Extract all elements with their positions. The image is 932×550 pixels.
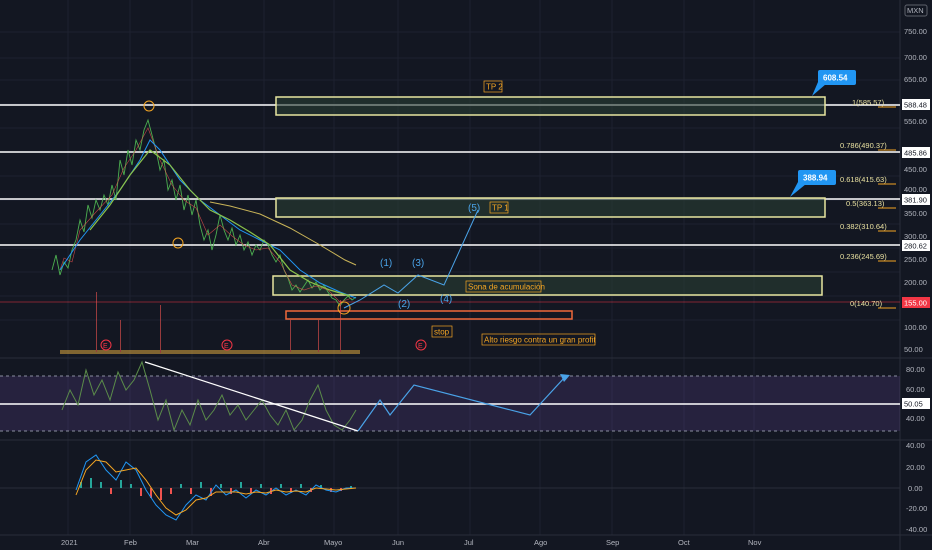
fib-level-0382: 0.382(310.64) [840, 222, 887, 231]
price-tick: 50.00 [904, 345, 923, 354]
risk-label: Alto riesgo contra un gran profit [484, 336, 596, 345]
tp1-label-box: TP 1 [489, 201, 509, 214]
fib-level-1: 1(585.57) [852, 98, 885, 107]
tp1-price: 388.94 [803, 174, 828, 183]
osc-tick: 80.00 [906, 365, 925, 374]
price-tick: 650.00 [904, 75, 927, 84]
macd-tick: 0.00 [908, 484, 923, 493]
earnings-marker: E [103, 343, 108, 350]
time-tick: 2021 [61, 538, 78, 547]
currency-label: MXN [907, 6, 924, 15]
wave-5: (5) [468, 203, 480, 214]
tp2-label: TP 2 [486, 83, 503, 92]
time-tick: Oct [678, 538, 691, 547]
time-tick: Mar [186, 538, 199, 547]
time-tick: Ago [534, 538, 547, 547]
tp1-label: TP 1 [492, 204, 509, 213]
tp1-price-callout[interactable]: 388.94 [790, 170, 836, 197]
accumulation-box[interactable] [272, 275, 823, 296]
fib-level-0: 0(140.70) [850, 299, 883, 308]
earnings-marker: E [418, 343, 423, 350]
price-tick: 750.00 [904, 27, 927, 36]
marker-485: 485.86 [904, 149, 927, 158]
macd-tick: -20.00 [906, 504, 927, 513]
macd-axis[interactable]: 40.00 20.00 0.00 -20.00 -40.00 [906, 441, 927, 534]
time-tick: Sep [606, 538, 619, 547]
tp1-box[interactable] [275, 197, 826, 218]
price-tick: 450.00 [904, 165, 927, 174]
time-tick: Jul [464, 538, 474, 547]
time-tick: Nov [748, 538, 762, 547]
fib-level-0236: 0.236(245.69) [840, 252, 887, 261]
fib-level-05: 0.5(363.13) [846, 199, 885, 208]
stop-label-box: stop [431, 325, 453, 338]
time-tick: Abr [258, 538, 270, 547]
osc-marker: 50.05 [904, 400, 923, 409]
fib-level-0786: 0.786(490.37) [840, 141, 887, 150]
price-tick: 250.00 [904, 255, 927, 264]
marker-155: 155.00 [904, 299, 927, 308]
tp2-price-callout[interactable]: 608.54 [812, 70, 856, 96]
tp2-label-box: TP 2 [483, 80, 503, 93]
marker-280: 280.62 [904, 242, 927, 251]
tp2-price: 608.54 [823, 74, 848, 83]
accum-label-box: Sona de acumulación [465, 280, 545, 293]
fib-retracement[interactable]: 1(585.57) 0.786(490.37) 0.618(415.63) 0.… [840, 98, 896, 309]
earnings-marker: E [224, 343, 229, 350]
time-tick: Mayo [324, 538, 342, 547]
oscillator-axis[interactable]: 80.00 60.00 50.05 40.00 [902, 365, 930, 423]
wave-4: (4) [440, 294, 452, 305]
osc-tick: 60.00 [906, 385, 925, 394]
wave-2: (2) [398, 299, 410, 310]
trading-chart[interactable]: TP 2 TP 1 Sona de acumulación stop Alto … [0, 0, 932, 550]
low-marker-icon [172, 237, 184, 249]
price-axis-markers[interactable]: 588.48 485.86 381.90 280.62 155.00 [902, 99, 930, 308]
tp2-box[interactable] [275, 96, 826, 116]
price-tick: 300.00 [904, 232, 927, 241]
stop-box[interactable] [285, 310, 573, 320]
osc-tick: 40.00 [906, 414, 925, 423]
price-tick: 700.00 [904, 53, 927, 62]
macd-tick: 20.00 [906, 463, 925, 472]
time-tick: Feb [124, 538, 137, 547]
price-tick: 200.00 [904, 278, 927, 287]
price-tick: 550.00 [904, 117, 927, 126]
wave-1: (1) [380, 258, 392, 269]
marker-588: 588.48 [904, 101, 927, 110]
time-axis[interactable]: 2021 Feb Mar Abr Mayo Jun Jul Ago Sep Oc… [61, 538, 762, 547]
stop-label: stop [434, 328, 450, 337]
macd-tick: 40.00 [906, 441, 925, 450]
price-tick: 400.00 [904, 185, 927, 194]
time-tick: Jun [392, 538, 404, 547]
risk-label-box: Alto riesgo contra un gran profit [481, 333, 596, 346]
wave-3: (3) [412, 258, 424, 269]
price-tick: 350.00 [904, 209, 927, 218]
macd-tick: -40.00 [906, 525, 927, 534]
accum-label: Sona de acumulación [468, 283, 545, 292]
grid [0, 0, 900, 535]
price-tick: 100.00 [904, 323, 927, 332]
macd-histogram [80, 478, 352, 500]
high-marker-icon [143, 100, 155, 112]
fib-level-0618: 0.618(415.63) [840, 175, 887, 184]
marker-381: 381.90 [904, 196, 927, 205]
